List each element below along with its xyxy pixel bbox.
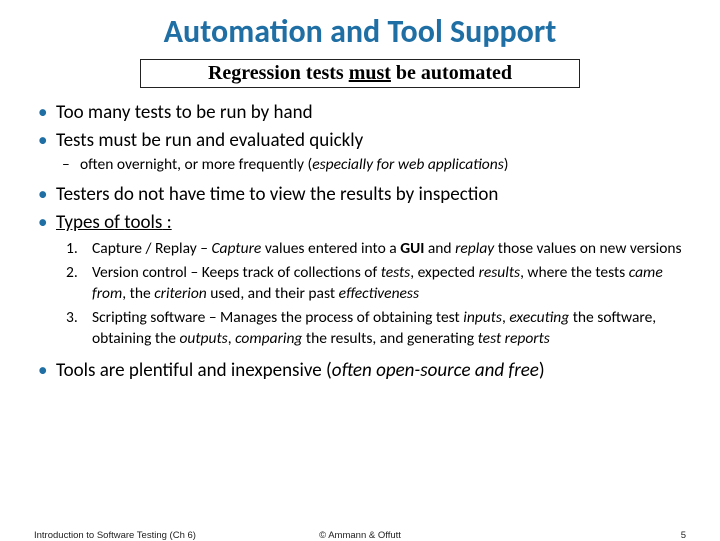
t2-d: results [479, 263, 521, 282]
numbered-list: 1. Capture / Replay – Capture values ent… [34, 239, 686, 350]
sub-text-a: often overnight, or more frequently ( [80, 155, 312, 174]
footer-center: © Ammann & Offutt [0, 530, 720, 541]
t2-a: Version control – Keeps track of collect… [92, 263, 381, 282]
t3-i: the results, and generating [302, 329, 477, 348]
t2-h: criterion [154, 284, 207, 303]
slide: Automation and Tool Support Regression t… [0, 0, 720, 540]
t3-h: comparing [235, 329, 302, 348]
t2-j: effectiveness [339, 284, 419, 303]
t2-g: , the [122, 284, 154, 303]
sub-text-c: ) [504, 155, 509, 174]
t3-d: executing [509, 308, 569, 327]
b4-c: : [162, 211, 171, 234]
subtitle-box: Regression tests must be automated [140, 59, 580, 88]
bullet-2: Tests must be run and evaluated quickly [34, 128, 686, 154]
t3-a: Scripting software – Manages the process… [92, 308, 463, 327]
sub-bullet-list: often overnight, or more frequently (esp… [34, 155, 686, 176]
bullet-list-3: Tools are plentiful and inexpensive (oft… [34, 358, 686, 384]
bullet-list-2: Testers do not have time to view the res… [34, 182, 686, 235]
t2-e: , where the tests [520, 263, 629, 282]
t2-i: used, and their past [207, 284, 339, 303]
b5-a: Tools are plentiful and inexpensive ( [56, 359, 332, 382]
subtitle-pre: Regression tests [208, 62, 349, 84]
b5-c: ) [539, 359, 545, 382]
t1-b: Capture [211, 239, 261, 258]
tool-2: 2. Version control – Keeps track of coll… [62, 263, 686, 305]
subtitle-emph: must [349, 62, 391, 84]
t1-a: Capture / Replay – [92, 239, 211, 258]
bullet-1: Too many tests to be run by hand [34, 100, 686, 126]
num-3: 3. [66, 308, 78, 329]
t1-g: those values on new versions [494, 239, 681, 258]
bullet-4: Types of tools : [34, 210, 686, 236]
sub-bullet-1: often overnight, or more frequently (esp… [62, 155, 686, 176]
footer-right: 5 [681, 530, 686, 541]
t2-b: tests [381, 263, 411, 282]
subtitle-text: Regression tests must be automated [141, 62, 579, 85]
b5-b: often open-source and free [332, 359, 539, 382]
tool-3: 3. Scripting software – Manages the proc… [62, 308, 686, 350]
subtitle-post: be automated [391, 62, 512, 84]
t1-e: and [424, 239, 455, 258]
slide-title: Automation and Tool Support [34, 12, 686, 51]
bullet-5: Tools are plentiful and inexpensive (oft… [34, 358, 686, 384]
t1-d: GUI [400, 239, 424, 258]
bullet-3: Testers do not have time to view the res… [34, 182, 686, 208]
t3-b: inputs [463, 308, 502, 327]
b4-b: tools [124, 211, 162, 234]
bullet-list: Too many tests to be run by hand Tests m… [34, 100, 686, 153]
num-2: 2. [66, 263, 78, 284]
t3-g: , [228, 329, 235, 348]
t2-c: , expected [410, 263, 478, 282]
t1-f: replay [455, 239, 494, 258]
t3-f: outputs [179, 329, 227, 348]
tool-1: 1. Capture / Replay – Capture values ent… [62, 239, 686, 260]
sub-text-b: especially for web applications [312, 155, 504, 174]
t3-j: test reports [478, 329, 550, 348]
t1-c: values entered into a [261, 239, 400, 258]
b4-a: Types of [56, 211, 124, 234]
num-1: 1. [66, 239, 78, 260]
